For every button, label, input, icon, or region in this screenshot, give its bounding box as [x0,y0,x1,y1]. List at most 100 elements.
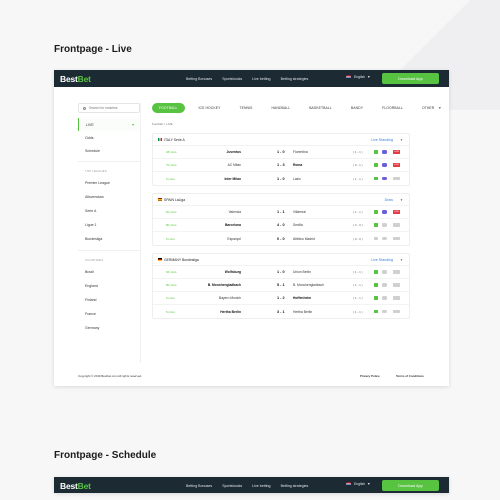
stats-icon[interactable] [382,150,387,154]
match-row[interactable]: 80 mins B. Monchengladbach 5 - 1 B. Monchen… [153,279,409,292]
tab-other[interactable]: OTHER ▼ [422,106,441,110]
sidebar-country-germany[interactable]: Germany [78,321,140,335]
tab-football[interactable]: FOOTBALL [152,103,185,113]
bestbet-logo[interactable]: BestBet [60,481,91,491]
shirt-icon[interactable] [374,296,378,300]
home-team: Barcelona [225,223,241,227]
sidebar-league-ligue-1[interactable]: Ligue 1 [78,218,140,232]
tab-bandy[interactable]: BANDY [351,106,363,110]
sidebar-country-france[interactable]: France [78,307,140,321]
sidebar-item-odds[interactable]: Odds [78,131,140,144]
live-tv-icon[interactable]: LIVE [393,163,400,167]
download-app-button[interactable]: Download App [382,73,439,84]
league-header[interactable]: SPAIN LaLiga Draw ▼ [153,194,409,206]
stats-icon[interactable] [382,283,387,287]
live-tv-icon[interactable]: LIVE [393,150,400,154]
search-input[interactable] [89,106,137,110]
main-nav: Betting Bonuses Sportsbooks Live betting… [186,477,318,493]
shirt-icon[interactable] [374,236,378,241]
tab-tennis[interactable]: TENNIS [239,106,252,110]
match-row[interactable]: 66 mins Wolfsburg 1 - 0 Union Berlin ( 1 - 1… [153,266,409,279]
match-row[interactable]: 80 mins Barcelona 4 - 0 Sevilla ( 3 - 0 ) [153,219,409,232]
half-time-score: ( 0 - 1 ) [353,163,363,167]
nav-betting-bonuses[interactable]: Betting Bonuses [186,77,212,81]
sidebar-league-bundesliga[interactable]: Bundesliga [78,232,140,246]
search-box[interactable] [78,103,140,113]
shirt-icon[interactable] [374,150,378,154]
match-row[interactable]: 5 mins Espanyol 0 - 0 Atlético Madrid ( 0 - … [153,232,409,245]
live-tv-icon[interactable] [393,176,400,181]
match-row[interactable]: 5 mins Inter Milan 1 - 0 Lazio ( 1 - 1 ) [153,172,409,185]
live-tv-icon[interactable] [393,223,400,227]
tab-basketball[interactable]: BASKETBALL [309,106,332,110]
nav-sportsbooks[interactable]: Sportsbooks [222,484,242,488]
league-status[interactable]: Live Standing [371,258,393,262]
half-time-score: ( 1 - 1 ) [353,283,363,287]
sidebar-country-finland[interactable]: Finland [78,293,140,307]
live-page-frame: BestBet Betting Bonuses Sportsbooks Live… [54,70,449,386]
stats-icon[interactable] [382,163,387,167]
nav-betting-bonuses[interactable]: Betting Bonuses [186,484,212,488]
shirt-icon[interactable] [374,176,378,181]
chevron-down-icon[interactable]: ▼ [400,138,403,142]
chevron-down-icon[interactable]: ▼ [400,258,403,262]
tab-floorball[interactable]: FLOORBALL [382,106,403,110]
stats-icon[interactable] [382,176,387,181]
match-time: 80 mins [166,283,177,287]
terms-link[interactable]: Terms of Conditions [396,374,424,378]
league-status[interactable]: Draw [385,198,393,202]
match-row[interactable]: 28 mins Juventus 1 - 0 Fiorentina ( 1 - 1 ) L… [153,146,409,159]
shirt-icon[interactable] [374,210,378,214]
stats-icon[interactable] [382,309,387,314]
shirt-icon[interactable] [374,223,378,227]
shirt-icon[interactable] [374,163,378,167]
nav-betting-strategies[interactable]: Betting strategies [281,484,309,488]
league-header[interactable]: GERMANY Bundesliga Live Standing ▼ [153,254,409,266]
stats-icon[interactable] [382,270,387,274]
nav-live-betting[interactable]: Live betting [252,77,270,81]
language-selector[interactable]: English ▼ [346,482,370,486]
live-tv-icon[interactable] [393,309,400,314]
sidebar-item-live[interactable]: LIVE [78,118,140,131]
divider [78,161,140,162]
live-tv-icon[interactable] [393,296,400,300]
match-row[interactable]: 70 mins AC Milan 1 - 3 Roma ( 0 - 1 ) LIVE [153,159,409,172]
league-header[interactable]: ITALY Serie A Live Standing ▼ [153,134,409,146]
match-time: 5 mins [166,236,175,241]
match-row[interactable]: 5 mins Hertha Berlin 3 - 1 Hertha Berlin ( 1… [153,305,409,318]
tab-handball[interactable]: HANDBALL [271,106,290,110]
sidebar-league-allsvenskan[interactable]: Allsvenskan [78,190,140,204]
divider [78,250,140,251]
bestbet-logo[interactable]: BestBet [60,74,91,84]
sidebar-country-brazil[interactable]: Brazil [78,265,140,279]
live-tv-icon[interactable] [393,236,400,241]
shirt-icon[interactable] [374,309,378,314]
stats-icon[interactable] [382,223,387,227]
stats-icon[interactable] [382,210,387,214]
match-row[interactable]: 60 mins Valencia 1 - 1 Villarreal ( 1 - 1 ) L… [153,206,409,219]
privacy-link[interactable]: Privacy Police [360,374,380,378]
live-tv-icon[interactable]: LIVE [393,210,400,214]
league-status[interactable]: Live Standing [371,138,393,142]
download-app-button[interactable]: Download App [382,480,439,491]
chevron-down-icon[interactable]: ▼ [400,198,403,202]
stats-icon[interactable] [382,296,387,300]
stats-icon[interactable] [382,236,387,241]
language-selector[interactable]: English ▼ [346,75,370,79]
sidebar-league-serie-a[interactable]: Serie A [78,204,140,218]
sidebar-country-england[interactable]: England [78,279,140,293]
home-team: Bayern Munich [219,296,241,300]
nav-live-betting[interactable]: Live betting [252,484,270,488]
live-tv-icon[interactable] [393,283,400,287]
sidebar-league-premier-league[interactable]: Premier League [78,176,140,190]
match-row[interactable]: 5 mins Bayern Munich 1 - 2 Hoffenheim ( 1 - … [153,292,409,305]
nav-sportsbooks[interactable]: Sportsbooks [222,77,242,81]
live-tv-icon[interactable] [393,270,400,274]
nav-betting-strategies[interactable]: Betting strategies [281,77,309,81]
shirt-icon[interactable] [374,270,378,274]
match-score: 5 - 1 [277,283,285,287]
uk-flag-icon [346,75,351,79]
shirt-icon[interactable] [374,283,378,287]
tab-ice-hockey[interactable]: ICE HOCKEY [199,106,221,110]
sidebar-item-schedule[interactable]: Schedule [78,144,140,157]
